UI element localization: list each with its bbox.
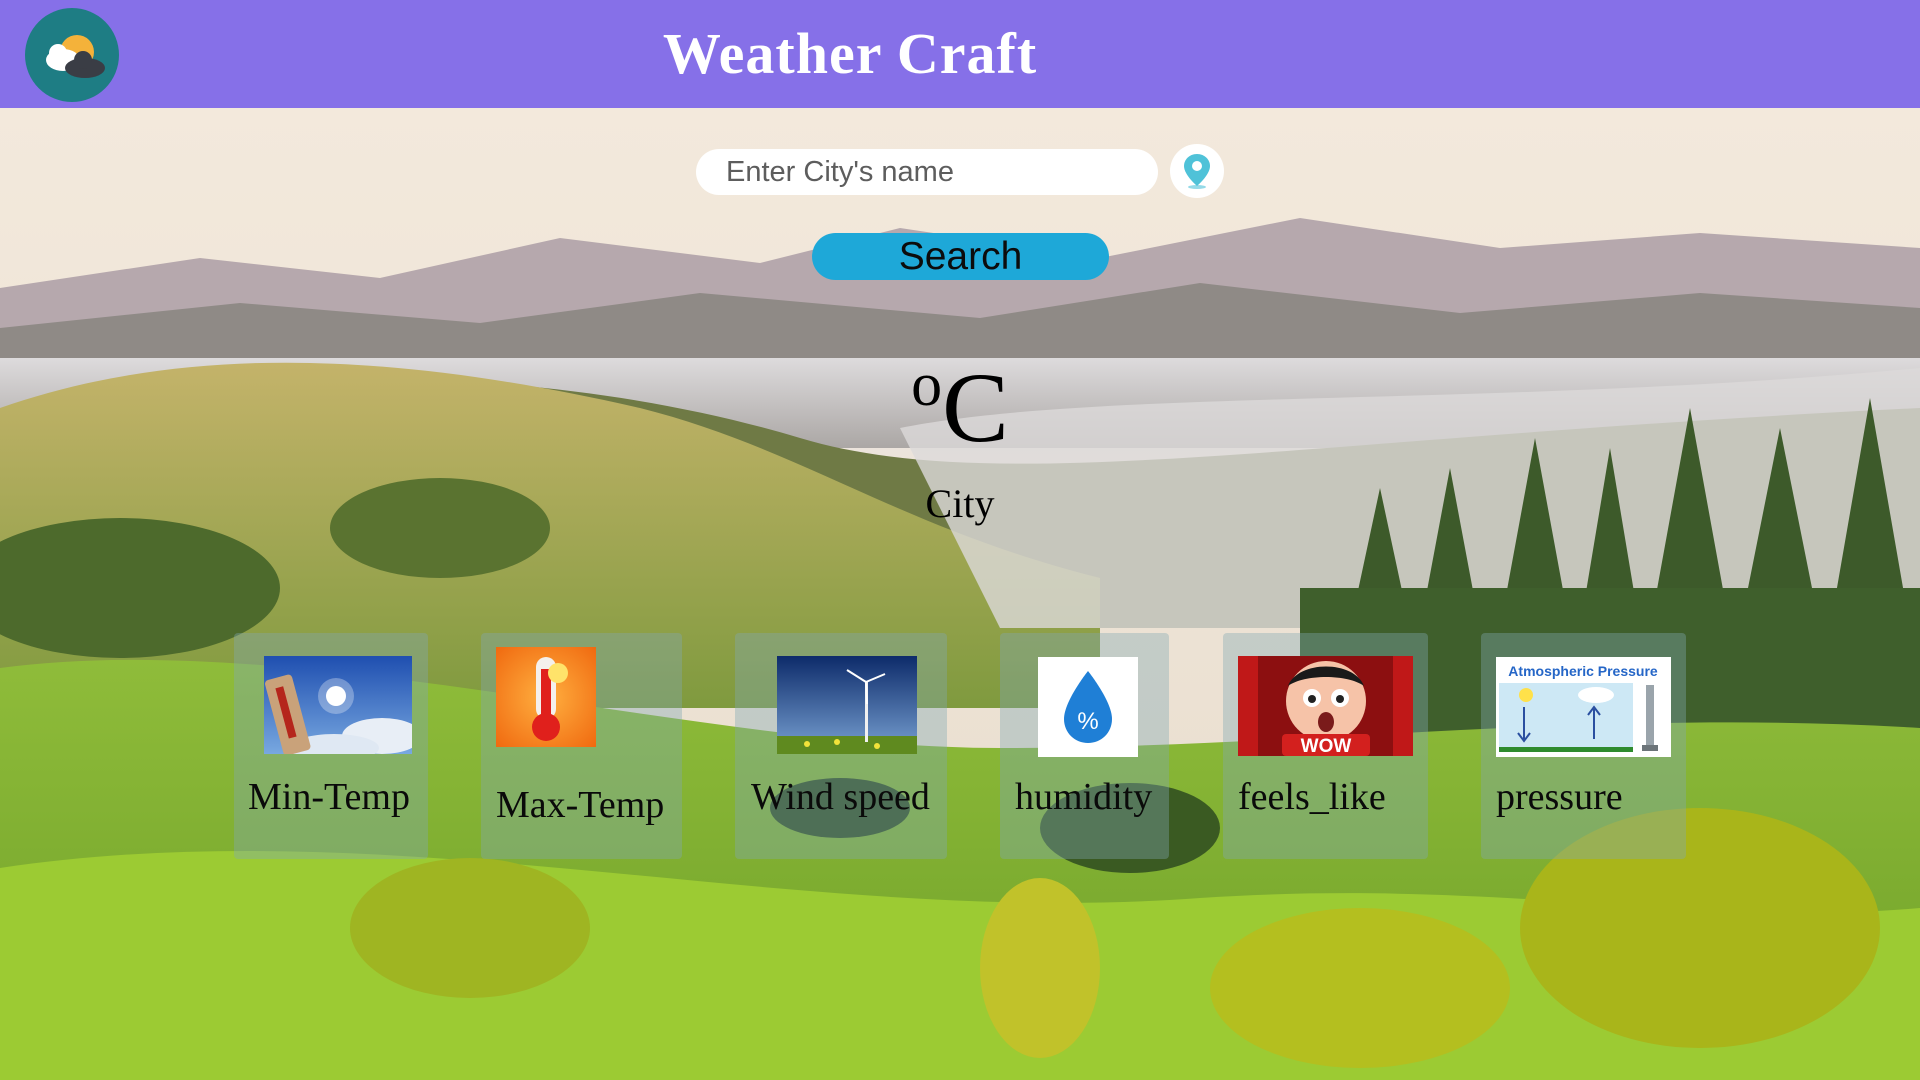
app-header: Weather Craft	[0, 0, 1920, 108]
pressure-icon-text: Atmospheric Pressure	[1508, 663, 1658, 679]
sunny-thermometer-image	[264, 656, 412, 754]
metric-label: feels_like	[1238, 776, 1386, 818]
thermometer-image	[496, 647, 596, 747]
metric-card-feels-like: WOW feels_like	[1223, 633, 1428, 859]
wow-face-image: WOW	[1238, 656, 1413, 756]
humidity-drop-icon: %	[1038, 657, 1138, 757]
wind-turbine-image	[777, 656, 917, 754]
metric-label: Min-Temp	[248, 776, 410, 818]
metric-label: Max-Temp	[496, 784, 665, 826]
temperature-unit: C	[942, 352, 1009, 463]
metric-card-min-temp: Min-Temp	[234, 633, 428, 859]
wow-icon-text: WOW	[1301, 736, 1352, 756]
city-name: City	[925, 481, 995, 526]
app-title: Weather Craft	[662, 21, 1038, 86]
metric-label: humidity	[1015, 776, 1153, 818]
degree-symbol: o	[911, 351, 943, 419]
metric-card-max-temp: Max-Temp	[481, 633, 682, 859]
search-button[interactable]: Search	[812, 233, 1109, 280]
city-search-input[interactable]	[696, 149, 1158, 195]
metric-card-pressure: Atmospheric Pressure pressure	[1481, 633, 1686, 859]
location-pin-icon	[1184, 154, 1210, 189]
location-button[interactable]	[1170, 144, 1224, 198]
metric-label: Wind speed	[751, 776, 930, 818]
metric-card-wind-speed: Wind speed	[735, 633, 947, 859]
humidity-icon-text: %	[1077, 708, 1098, 735]
metric-card-humidity: % humidity	[1000, 633, 1169, 859]
temperature-display: oC	[0, 330, 1920, 463]
atmospheric-pressure-image: Atmospheric Pressure	[1496, 657, 1671, 757]
metric-label: pressure	[1496, 776, 1623, 818]
